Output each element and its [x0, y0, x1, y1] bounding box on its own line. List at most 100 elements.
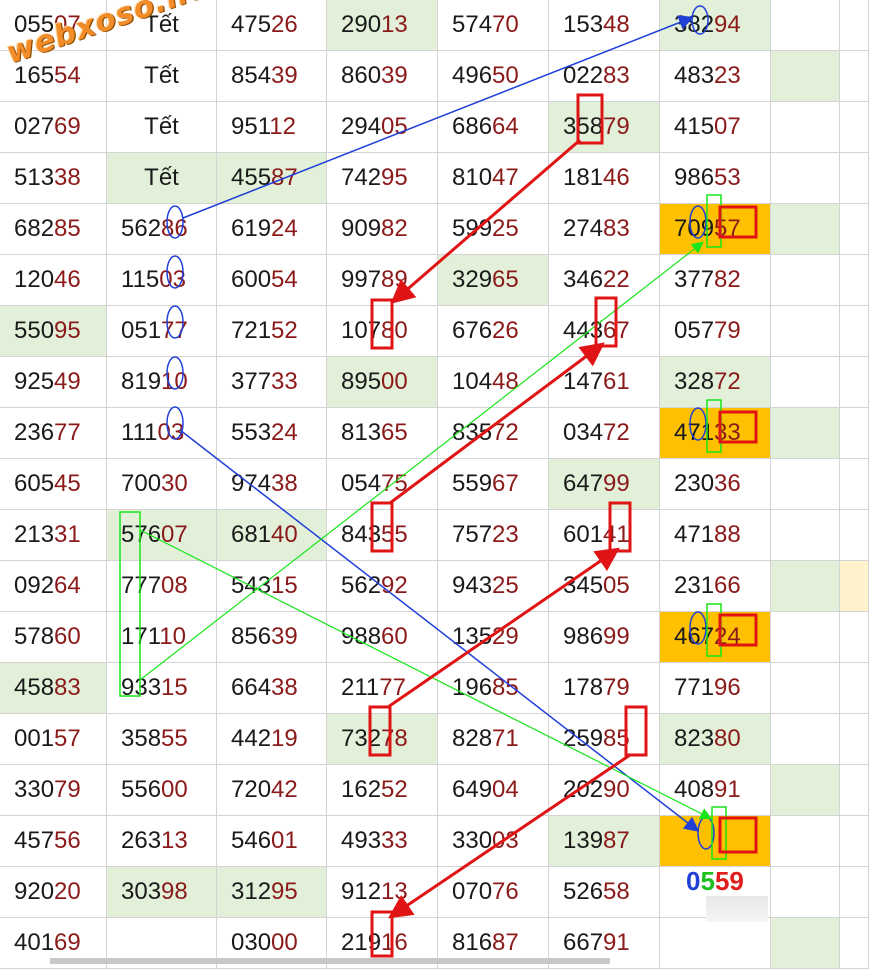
- table-cell[interactable]: 49650: [438, 51, 549, 102]
- table-cell[interactable]: 74295: [327, 153, 438, 204]
- table-cell[interactable]: 12046: [0, 255, 107, 306]
- table-cell[interactable]: [771, 357, 840, 408]
- table-cell[interactable]: 67626: [438, 306, 549, 357]
- table-cell[interactable]: [660, 918, 771, 969]
- table-cell[interactable]: 64904: [438, 765, 549, 816]
- table-cell[interactable]: 70030: [107, 459, 217, 510]
- table-cell[interactable]: 35879: [549, 102, 660, 153]
- table-cell[interactable]: [771, 765, 840, 816]
- table-cell[interactable]: 61924: [217, 204, 327, 255]
- table-cell[interactable]: Tết: [107, 153, 217, 204]
- table-cell[interactable]: 45587: [217, 153, 327, 204]
- table-cell[interactable]: 02769: [0, 102, 107, 153]
- table-cell[interactable]: 47526: [217, 0, 327, 51]
- table-cell[interactable]: 21177: [327, 663, 438, 714]
- table-cell[interactable]: 37782: [660, 255, 771, 306]
- table-cell[interactable]: 55600: [107, 765, 217, 816]
- table-cell[interactable]: 60054: [217, 255, 327, 306]
- table-cell[interactable]: 84355: [327, 510, 438, 561]
- table-cell[interactable]: 33003: [438, 816, 549, 867]
- table-cell[interactable]: 45883: [0, 663, 107, 714]
- table-cell[interactable]: [771, 0, 840, 51]
- table-cell[interactable]: 10448: [438, 357, 549, 408]
- table-cell[interactable]: 21331: [0, 510, 107, 561]
- table-cell[interactable]: 92549: [0, 357, 107, 408]
- table-cell[interactable]: [771, 714, 840, 765]
- table-cell[interactable]: 73278: [327, 714, 438, 765]
- table-cell[interactable]: 09264: [0, 561, 107, 612]
- table-cell[interactable]: 85639: [217, 612, 327, 663]
- table-cell[interactable]: [840, 663, 869, 714]
- table-cell[interactable]: 05779: [660, 306, 771, 357]
- table-cell[interactable]: 19685: [438, 663, 549, 714]
- table-cell[interactable]: 45756: [0, 816, 107, 867]
- table-cell[interactable]: 89500: [327, 357, 438, 408]
- table-cell[interactable]: [771, 153, 840, 204]
- table-cell[interactable]: [771, 663, 840, 714]
- table-cell[interactable]: 25985: [549, 714, 660, 765]
- table-cell[interactable]: 57860: [0, 612, 107, 663]
- table-cell[interactable]: 48323: [660, 51, 771, 102]
- table-cell[interactable]: [840, 867, 869, 918]
- table-cell[interactable]: 98653: [660, 153, 771, 204]
- table-cell[interactable]: Tết: [107, 102, 217, 153]
- table-cell[interactable]: 90982: [327, 204, 438, 255]
- table-cell[interactable]: 81365: [327, 408, 438, 459]
- table-cell[interactable]: 27483: [549, 204, 660, 255]
- table-cell[interactable]: 94325: [438, 561, 549, 612]
- table-cell[interactable]: 38294: [660, 0, 771, 51]
- table-cell[interactable]: [660, 816, 771, 867]
- table-cell[interactable]: 49333: [327, 816, 438, 867]
- table-cell[interactable]: 44219: [217, 714, 327, 765]
- table-cell[interactable]: 56292: [327, 561, 438, 612]
- table-cell[interactable]: 32965: [438, 255, 549, 306]
- table-cell[interactable]: 40891: [660, 765, 771, 816]
- table-cell[interactable]: 37733: [217, 357, 327, 408]
- table-cell[interactable]: 83572: [438, 408, 549, 459]
- table-cell[interactable]: 55324: [217, 408, 327, 459]
- table-cell[interactable]: 47133: [660, 408, 771, 459]
- table-cell[interactable]: 23166: [660, 561, 771, 612]
- table-cell[interactable]: [771, 918, 840, 969]
- table-cell[interactable]: 99789: [327, 255, 438, 306]
- table-cell[interactable]: 29405: [327, 102, 438, 153]
- table-cell[interactable]: [840, 0, 869, 51]
- table-cell[interactable]: 11503: [107, 255, 217, 306]
- table-cell[interactable]: 86039: [327, 51, 438, 102]
- table-cell[interactable]: [840, 510, 869, 561]
- table-cell[interactable]: [771, 816, 840, 867]
- table-cell[interactable]: [840, 255, 869, 306]
- table-cell[interactable]: 30398: [107, 867, 217, 918]
- table-cell[interactable]: 41507: [660, 102, 771, 153]
- table-cell[interactable]: [771, 102, 840, 153]
- table-cell[interactable]: 85439: [217, 51, 327, 102]
- table-cell[interactable]: 68664: [438, 102, 549, 153]
- table-cell[interactable]: 75723: [438, 510, 549, 561]
- table-cell[interactable]: 72152: [217, 306, 327, 357]
- table-cell[interactable]: 82380: [660, 714, 771, 765]
- table-cell[interactable]: [840, 765, 869, 816]
- table-cell[interactable]: 02283: [549, 51, 660, 102]
- table-cell[interactable]: [840, 561, 869, 612]
- table-cell[interactable]: 66438: [217, 663, 327, 714]
- table-cell[interactable]: 51338: [0, 153, 107, 204]
- table-cell[interactable]: 46724: [660, 612, 771, 663]
- table-cell[interactable]: 16252: [327, 765, 438, 816]
- table-cell[interactable]: 95112: [217, 102, 327, 153]
- table-cell[interactable]: 10780: [327, 306, 438, 357]
- table-cell[interactable]: 34505: [549, 561, 660, 612]
- table-cell[interactable]: [840, 357, 869, 408]
- table-cell[interactable]: 59925: [438, 204, 549, 255]
- table-cell[interactable]: [840, 459, 869, 510]
- table-cell[interactable]: [771, 306, 840, 357]
- table-cell[interactable]: 82871: [438, 714, 549, 765]
- table-cell[interactable]: 56286: [107, 204, 217, 255]
- table-cell[interactable]: 34622: [549, 255, 660, 306]
- table-cell[interactable]: 81910: [107, 357, 217, 408]
- table-cell[interactable]: 68140: [217, 510, 327, 561]
- table-cell[interactable]: [840, 306, 869, 357]
- table-cell[interactable]: 97438: [217, 459, 327, 510]
- table-cell[interactable]: 60545: [0, 459, 107, 510]
- table-cell[interactable]: 68285: [0, 204, 107, 255]
- table-cell[interactable]: 77196: [660, 663, 771, 714]
